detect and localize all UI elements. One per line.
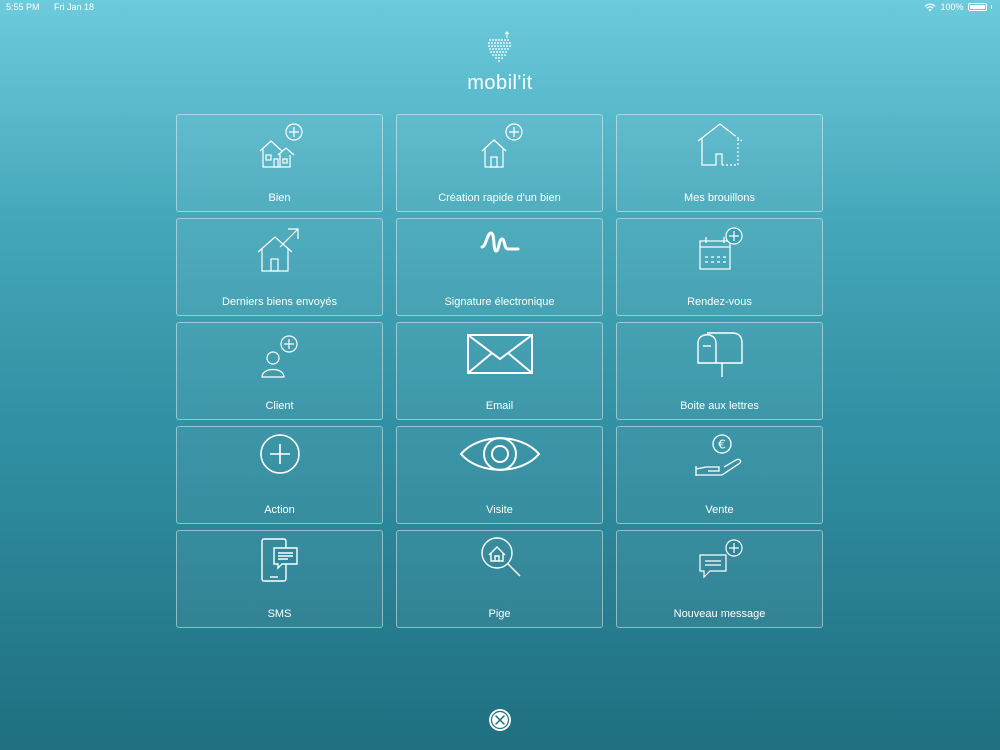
tile-nouveau-message[interactable]: Nouveau message xyxy=(616,530,823,628)
plus-circle-icon xyxy=(250,433,310,483)
tile-label: Bien xyxy=(268,192,291,204)
tile-label: Création rapide d'un bien xyxy=(438,192,561,204)
tile-signature[interactable]: Signature électronique xyxy=(396,218,603,316)
tile-label: Visite xyxy=(486,504,513,516)
tile-email[interactable]: Email xyxy=(396,322,603,420)
tile-label: Rendez-vous xyxy=(687,296,752,308)
tile-pige[interactable]: Pige xyxy=(396,530,603,628)
tile-client[interactable]: Client xyxy=(176,322,383,420)
calendar-add-icon xyxy=(690,225,750,275)
tile-label: Action xyxy=(264,504,295,516)
status-right: 100% xyxy=(924,0,992,14)
tile-label: Derniers biens envoyés xyxy=(222,296,337,308)
status-left: 5:55 PM Fri Jan 18 xyxy=(6,0,106,14)
logo-text: mobil'it xyxy=(467,72,533,94)
eye-icon xyxy=(457,433,543,483)
message-add-icon xyxy=(690,537,750,587)
status-date: Fri Jan 18 xyxy=(54,2,95,12)
tile-sms[interactable]: SMS xyxy=(176,530,383,628)
tile-label: Email xyxy=(485,400,514,412)
app-logo: mobil'it xyxy=(450,30,550,95)
tile-vente[interactable]: € Vente xyxy=(616,426,823,524)
envelope-icon xyxy=(465,329,535,379)
tile-action[interactable]: Action xyxy=(176,426,383,524)
status-time: 5:55 PM xyxy=(6,2,40,12)
house-draft-icon xyxy=(690,121,750,171)
house-search-icon xyxy=(470,537,530,587)
mailbox-icon xyxy=(690,329,750,379)
tile-label: Mes brouillons xyxy=(684,192,755,204)
tile-mes-brouillons[interactable]: Mes brouillons xyxy=(616,114,823,212)
tile-rendez-vous[interactable]: Rendez-vous xyxy=(616,218,823,316)
menu-grid: Bien Création rapide d'un bien Mes broui… xyxy=(176,114,823,628)
tile-label: Boite aux lettres xyxy=(680,400,759,412)
house-sent-icon xyxy=(250,225,310,275)
tile-creation-rapide[interactable]: Création rapide d'un bien xyxy=(396,114,603,212)
house-quick-add-icon xyxy=(470,121,530,171)
tile-boite-aux-lettres[interactable]: Boite aux lettres xyxy=(616,322,823,420)
status-bar: 5:55 PM Fri Jan 18 100% xyxy=(0,0,1000,14)
battery-percent: 100% xyxy=(940,2,964,12)
close-button[interactable] xyxy=(489,709,511,731)
user-add-icon xyxy=(250,329,310,379)
tile-label: Vente xyxy=(705,504,734,516)
svg-text:€: € xyxy=(718,438,726,452)
battery-icon xyxy=(967,3,987,11)
logo-pin-icon xyxy=(488,31,511,62)
tile-label: Signature électronique xyxy=(444,296,555,308)
phone-message-icon xyxy=(250,537,310,587)
tile-bien[interactable]: Bien xyxy=(176,114,383,212)
tile-label: Nouveau message xyxy=(673,608,766,620)
tile-label: SMS xyxy=(267,608,292,620)
tile-derniers-biens[interactable]: Derniers biens envoyés xyxy=(176,218,383,316)
house-add-icon xyxy=(250,121,310,171)
tile-visite[interactable]: Visite xyxy=(396,426,603,524)
hand-euro-icon: € xyxy=(690,433,750,483)
close-icon xyxy=(490,710,510,730)
wifi-icon xyxy=(925,3,936,11)
signature-icon xyxy=(470,225,530,275)
tile-label: Pige xyxy=(488,608,511,620)
tile-label: Client xyxy=(265,400,294,412)
battery-tip xyxy=(990,5,992,9)
